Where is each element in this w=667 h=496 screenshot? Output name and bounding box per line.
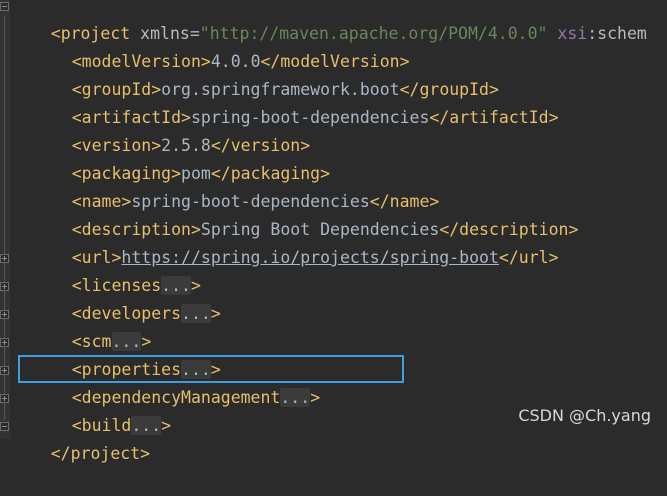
fold-expand-icon[interactable]	[0, 310, 9, 319]
code-line-description[interactable]: <description>Spring Boot Dependencies</d…	[32, 188, 579, 239]
code-line-properties-folded[interactable]: <properties...>	[32, 328, 221, 379]
fold-guide-line	[4, 16, 5, 420]
folded-ellipsis[interactable]: ...	[280, 388, 311, 407]
code-line-build-folded[interactable]: <build...>	[32, 384, 171, 435]
code-line-url[interactable]: <url>https://spring.io/projects/spring-b…	[32, 216, 559, 267]
code-line-licenses-folded[interactable]: <licenses...>	[32, 244, 201, 295]
fold-expand-icon[interactable]	[0, 366, 9, 375]
fold-expand-icon[interactable]	[0, 394, 9, 403]
code-line-packaging[interactable]: <packaging>pom</packaging>	[32, 132, 330, 183]
code-line-project-open[interactable]: <project xmlns="http://maven.apache.org/…	[11, 0, 647, 43]
watermark: CSDN @Ch.yang	[518, 406, 651, 425]
code-line-modelVersion[interactable]: <modelVersion>4.0.0</modelVersion>	[32, 20, 410, 71]
code-line-artifactId[interactable]: <artifactId>spring-boot-dependencies</ar…	[32, 76, 559, 127]
code-line-name[interactable]: <name>spring-boot-dependencies</name>	[32, 160, 440, 211]
fold-expand-icon[interactable]	[0, 338, 9, 347]
code-line-project-close[interactable]: </project>	[11, 412, 150, 463]
code-line-groupId[interactable]: <groupId>org.springframework.boot</group…	[32, 48, 499, 99]
code-line-version[interactable]: <version>2.5.8</version>	[32, 104, 310, 155]
code-line-scm-folded[interactable]: <scm...>	[32, 300, 151, 351]
fold-expand-icon[interactable]	[0, 254, 9, 263]
code-line-developers-folded[interactable]: <developers...>	[32, 272, 221, 323]
fold-expand-icon[interactable]	[0, 282, 9, 291]
highlight-box	[18, 355, 404, 383]
fold-collapse-icon[interactable]	[0, 422, 9, 431]
code-editor[interactable]: <project xmlns="http://maven.apache.org/…	[0, 0, 667, 463]
fold-collapse-icon[interactable]	[0, 2, 9, 11]
folded-ellipsis[interactable]: ...	[181, 304, 211, 323]
